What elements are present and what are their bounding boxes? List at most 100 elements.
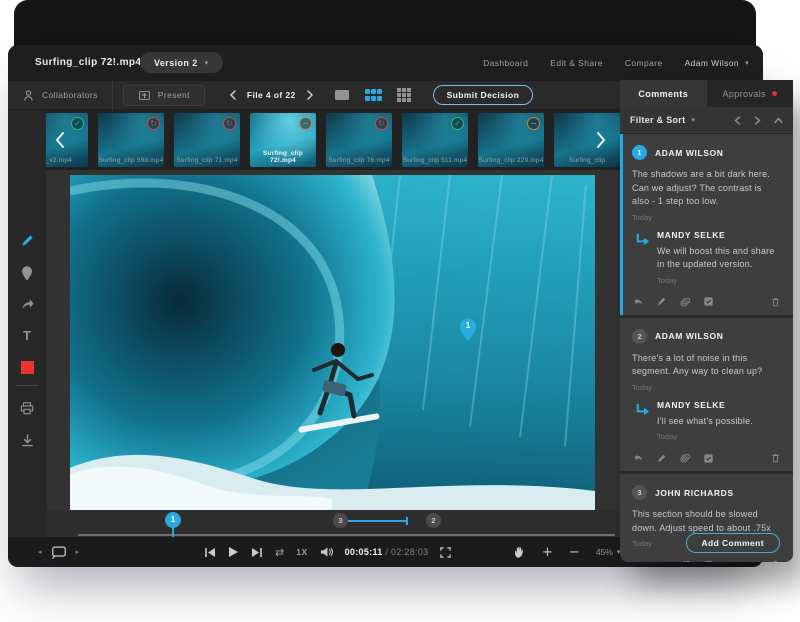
next-file-button[interactable] — [304, 88, 316, 102]
grid-view-icon[interactable] — [395, 86, 413, 104]
resolve-checkbox[interactable] — [703, 560, 714, 563]
delete-button[interactable] — [770, 559, 781, 562]
arrow-icon — [20, 296, 35, 311]
nav-compare[interactable]: Compare — [625, 58, 663, 68]
next-frame-button[interactable] — [251, 547, 263, 558]
add-comment-button[interactable]: Add Comment — [686, 533, 780, 553]
filmstrip-thumbnail[interactable]: ↻Surfing_clip 598.mp4 — [98, 113, 164, 167]
present-button[interactable]: Present — [123, 85, 205, 106]
zoom-in-button[interactable]: + — [542, 545, 553, 560]
playback-speed-button[interactable]: 1X — [296, 547, 307, 557]
comment-card[interactable]: 1ADAM WILSONThe shadows are a bit dark h… — [620, 134, 793, 315]
reply-button[interactable] — [632, 559, 644, 562]
filter-sort-dropdown[interactable]: Filter & Sort ▾ — [630, 115, 695, 125]
resolve-checkbox[interactable] — [703, 296, 714, 307]
reply-arrow-icon — [634, 230, 652, 285]
next-comment-button[interactable] — [754, 116, 761, 125]
approvals-label: Approvals — [722, 89, 766, 99]
timeline-marker-1[interactable]: 1 — [165, 512, 181, 528]
volume-icon[interactable] — [320, 546, 333, 558]
approved-status-icon: ✓ — [451, 117, 464, 130]
arrow-tool-button[interactable] — [8, 291, 46, 315]
resolve-checkbox[interactable] — [703, 453, 714, 464]
filmstrip-thumbnail[interactable]: −Surfing_clip 229.mp4 — [478, 113, 544, 167]
filmstrip-thumbnail[interactable]: ↻Surfing_clip 76.mp4 — [326, 113, 392, 167]
comment-card[interactable]: 2ADAM WILSONThere's a lot of noise in th… — [620, 318, 793, 472]
filmstrip-next-button[interactable] — [596, 128, 616, 152]
fullscreen-button[interactable] — [440, 547, 451, 558]
collapse-button[interactable] — [774, 117, 783, 124]
prev-frame-button[interactable] — [204, 547, 216, 558]
text-tool-button[interactable]: T — [8, 323, 46, 347]
comment-range-line — [348, 520, 408, 522]
user-name: Adam Wilson — [685, 58, 739, 68]
color-swatch-button[interactable] — [8, 355, 46, 379]
zoom-out-button[interactable]: − — [569, 545, 580, 560]
comment-timestamp: Today — [632, 213, 781, 222]
cycle-right-icon[interactable]: ▸ — [76, 548, 80, 556]
pan-hand-button[interactable] — [513, 545, 526, 559]
filmstrip-thumbnail[interactable]: ↻Surfing_clip 71.mp4 — [174, 113, 240, 167]
user-menu[interactable]: Adam Wilson ▾ — [685, 58, 749, 68]
filmstrip-items: ✓_1_v2.mp4↻Surfing_clip 598.mp4↻Surfing_… — [46, 113, 620, 167]
nav-dashboard[interactable]: Dashboard — [483, 58, 528, 68]
annotation-toolbar: T — [8, 110, 46, 567]
reply-text: I'll see what's possible. — [657, 415, 753, 429]
submit-decision-button[interactable]: Submit Decision — [433, 85, 534, 105]
comment-marker: 3 — [632, 485, 647, 500]
comment-marker: 1 — [632, 145, 647, 160]
comment-pin-marker[interactable]: 1 — [459, 318, 477, 342]
pin-tool-button[interactable] — [8, 261, 46, 285]
display-mode-button[interactable] — [51, 545, 67, 559]
version-selector[interactable]: Version 2 ▾ — [140, 52, 223, 73]
single-view-icon[interactable] — [332, 87, 352, 103]
attach-button[interactable] — [679, 559, 691, 562]
edit-button[interactable] — [656, 296, 667, 307]
filmstrip-thumbnail[interactable]: −Surfing_clip 72!.mp4 — [250, 113, 316, 167]
rail-divider — [16, 385, 38, 386]
loop-icon[interactable]: ⇄ — [275, 546, 284, 559]
filmstrip-prev-button[interactable] — [54, 128, 74, 152]
print-button[interactable] — [8, 396, 46, 420]
reply-button[interactable] — [632, 452, 644, 464]
thumbnail-filename: _1_v2.mp4 — [46, 157, 88, 164]
tab-approvals[interactable]: Approvals — [707, 80, 794, 107]
file-title: Surfing_clip 72!.mp4 — [35, 57, 141, 68]
timecode: 00:05:11 / 02:28:03 — [345, 547, 429, 557]
download-button[interactable] — [8, 428, 46, 452]
tab-comments[interactable]: Comments — [620, 80, 707, 107]
chevron-down-icon: ▾ — [691, 116, 695, 124]
timeline-marker-3[interactable]: 3 — [333, 513, 348, 528]
comment-text: This section should be slowed down. Adju… — [632, 508, 781, 535]
reply-author: MANDY SELKE — [657, 230, 781, 240]
pencil-icon — [20, 233, 35, 248]
attach-button[interactable] — [679, 296, 691, 308]
collaborators-button[interactable]: Collaborators — [8, 81, 113, 110]
timeline-marker-2[interactable]: 2 — [426, 513, 441, 528]
prev-comment-button[interactable] — [734, 116, 741, 125]
video-frame[interactable]: 1 — [70, 175, 595, 510]
changes-status-icon: ↻ — [223, 117, 236, 130]
changes-status-icon: ↻ — [375, 117, 388, 130]
draw-tool-button[interactable] — [8, 228, 46, 252]
cycle-left-icon[interactable]: ◂ — [38, 548, 42, 556]
attach-button[interactable] — [679, 452, 691, 464]
delete-button[interactable] — [770, 296, 781, 308]
filmstrip-view-icon[interactable] — [363, 87, 384, 103]
changes-status-icon: ↻ — [147, 117, 160, 130]
edit-button[interactable] — [656, 453, 667, 464]
comment-timestamp: Today — [632, 383, 781, 392]
prev-file-button[interactable] — [227, 88, 239, 102]
filmstrip-thumbnail[interactable]: ✓Surfing_clip 511.mp4 — [402, 113, 468, 167]
seek-track[interactable] — [78, 534, 615, 536]
timeline[interactable]: 1 3 2 — [46, 510, 620, 537]
text-tool-icon: T — [23, 328, 31, 343]
comment-text: The shadows are a bit dark here. Can we … — [632, 168, 781, 209]
zoom-level-dropdown[interactable]: 45% ▾ — [596, 547, 621, 557]
edit-button[interactable] — [656, 560, 667, 563]
top-nav: Dashboard Edit & Share Compare Adam Wils… — [483, 45, 749, 81]
play-button[interactable] — [228, 546, 239, 558]
reply-button[interactable] — [632, 296, 644, 308]
nav-edit-share[interactable]: Edit & Share — [550, 58, 603, 68]
delete-button[interactable] — [770, 452, 781, 464]
